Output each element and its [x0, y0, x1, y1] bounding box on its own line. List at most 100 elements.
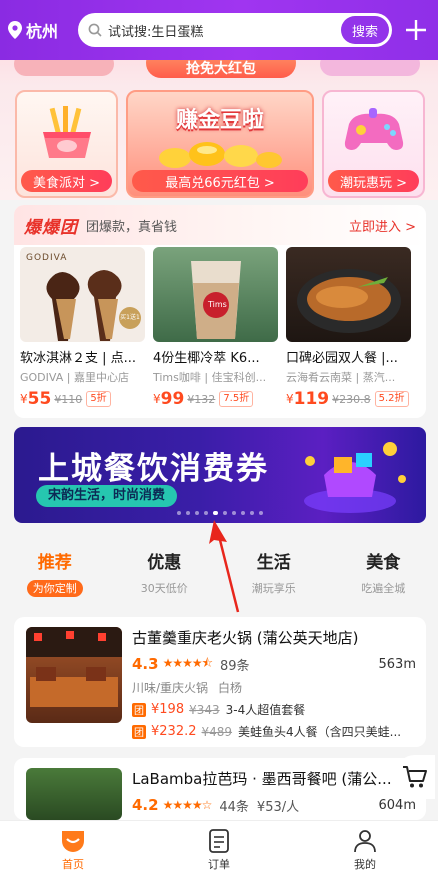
nav-label: 我的 — [354, 857, 376, 871]
gift-box-illustration-icon — [304, 442, 406, 513]
tab-life[interactable]: 生活 潮玩享乐 — [219, 548, 329, 604]
offer-price: ¥232.2 — [151, 724, 197, 739]
deal-price-row: ¥ 99 ¥132 7.5折 — [153, 389, 278, 409]
search-button[interactable]: 搜索 — [341, 16, 389, 44]
deal-discount-tag: 5折 — [86, 391, 111, 407]
food-party-label: 美食派对 > — [21, 170, 112, 192]
baobao-logo: 爆爆团 — [24, 217, 78, 238]
shop-distance: 563m — [378, 656, 416, 672]
deal-discount-tag: 7.5折 — [219, 391, 254, 407]
pagination-dot[interactable] — [186, 511, 190, 515]
deal-original-price: ¥230.8 — [332, 392, 371, 406]
tab-food[interactable]: 美食 吃遍全城 — [329, 548, 438, 604]
deal-title: 口碑必园双人餐 |... — [286, 351, 398, 366]
tab-label: 推荐 — [37, 553, 72, 573]
nav-label: 订单 — [208, 857, 230, 871]
deal-list: GODIVA 买1送1 软冰淇淋２支 | 点... GODIVA | 嘉里中心店… — [14, 245, 426, 409]
shop-score: 4.3 — [132, 655, 159, 673]
shop-info: LaBamba拉芭玛 · 墨西哥餐吧 (蒲公... 4.2 ★★★★☆ 44条 … — [132, 768, 416, 815]
pagination-dot[interactable] — [241, 511, 245, 515]
shop-image — [26, 768, 122, 820]
deal-badge: 买1送1 — [119, 307, 141, 329]
group-buy-icon: 团 — [132, 702, 146, 717]
top-header: 杭州 试试搜:生日蛋糕 搜索 — [0, 0, 438, 60]
gold-beans-title: 赚金豆啦 — [175, 108, 264, 133]
deal-price: 55 — [27, 389, 52, 409]
shop-card[interactable]: 古董羹重庆老火锅 (蒲公英天地店) 4.3 ★★★★⯪ 89条 563m 川味/… — [14, 617, 426, 747]
deal-card[interactable]: 口碑必园双人餐 |... 云海肴云南菜 | 蒸汽... ¥ 119 ¥230.8… — [286, 247, 411, 409]
deal-brand-text: GODIVA — [26, 253, 68, 263]
deal-brand-text: Tims — [208, 300, 227, 309]
shop-offer[interactable]: 团 ¥198 ¥343 3-4人超值套餐 — [132, 701, 416, 718]
deal-price-row: ¥ 55 ¥110 5折 — [20, 389, 145, 409]
order-icon — [209, 828, 229, 853]
group-buy-icon: 团 — [132, 724, 146, 739]
shop-reviews: 89条 — [219, 658, 250, 674]
nav-profile[interactable]: 我的 — [292, 821, 438, 879]
tab-recommend[interactable]: 推荐 为你定制 — [0, 548, 110, 604]
app-root: 杭州 试试搜:生日蛋糕 搜索 抢免大红包 美食派对 > 赚金豆啦 最高兑66元红… — [0, 0, 438, 879]
cart-icon[interactable] — [395, 755, 435, 799]
deal-price-row: ¥ 119 ¥230.8 5.2折 — [286, 389, 411, 409]
gold-beans-label: 最高兑66元红包 > — [132, 170, 308, 192]
city-selector[interactable]: 杭州 — [8, 18, 78, 42]
nav-home[interactable]: 首页 — [0, 821, 146, 879]
baobao-more-link[interactable]: 立即进入 > — [349, 216, 416, 235]
tab-desc: 为你定制 — [26, 580, 83, 597]
fries-basket-icon — [42, 106, 91, 158]
deal-image-icecream: GODIVA 买1送1 — [20, 247, 145, 342]
tab-label: 生活 — [256, 553, 291, 573]
nav-orders[interactable]: 订单 — [146, 821, 292, 879]
pagination-dot[interactable] — [204, 511, 208, 515]
shop-reviews: 44条 — [219, 799, 249, 815]
deal-price: 99 — [160, 389, 185, 409]
banner-pagination[interactable] — [14, 511, 426, 515]
shop-categories: 川味/重庆火锅 白杨 — [132, 679, 416, 696]
promo-card-food-party[interactable]: 美食派对 > — [15, 90, 118, 198]
promo-strip[interactable]: 抢免大红包 — [0, 60, 438, 86]
pagination-dot[interactable] — [250, 511, 254, 515]
deal-shop: Tims咖啡 | 佳宝科创... — [153, 371, 267, 384]
shop-per-person: ¥53/人 — [256, 799, 300, 815]
bottom-nav: 首页 订单 我的 — [0, 820, 438, 879]
shop-distance: 604m — [378, 797, 416, 813]
currency-symbol: ¥ — [20, 392, 28, 406]
offer-price: ¥198 — [151, 702, 185, 717]
baobao-header: 爆爆团 团爆款，真省钱 立即进入 > — [14, 205, 426, 245]
shop-offer[interactable]: 团 ¥232.2 ¥489 美蛙鱼头4人餐（含四只美蛙... — [132, 723, 416, 740]
tab-discount[interactable]: 优惠 30天低价 — [110, 548, 220, 604]
offer-name: 3-4人超值套餐 — [225, 703, 306, 717]
promo-card-gold-beans[interactable]: 赚金豆啦 最高兑66元红包 > — [126, 90, 314, 198]
nav-label: 首页 — [62, 857, 84, 871]
deal-image-coffee: Tims — [153, 247, 278, 342]
add-icon[interactable] — [402, 16, 430, 44]
search-bar[interactable]: 试试搜:生日蛋糕 搜索 — [78, 13, 392, 47]
offer-original-price: ¥343 — [189, 702, 220, 717]
deal-original-price: ¥132 — [187, 392, 216, 406]
pagination-dot[interactable] — [223, 511, 227, 515]
shop-score: 4.2 — [132, 796, 159, 814]
baobao-section: 爆爆团 团爆款，真省钱 立即进入 > GODIVA 买1送1 软冰淇淋２支 | … — [14, 205, 426, 418]
deal-card[interactable]: Tims 4份生椰冷萃 K6... Tims咖啡 | 佳宝科创... ¥ 99 … — [153, 247, 278, 409]
shop-rating-row: 4.3 ★★★★⯪ 89条 563m — [132, 655, 416, 674]
deal-shop: 云海肴云南菜 | 蒸汽... — [286, 371, 396, 384]
tab-label: 优惠 — [147, 553, 182, 573]
deal-card[interactable]: GODIVA 买1送1 软冰淇淋２支 | 点... GODIVA | 嘉里中心店… — [20, 247, 145, 409]
pagination-dot[interactable] — [259, 511, 263, 515]
shop-card[interactable]: LaBamba拉芭玛 · 墨西哥餐吧 (蒲公... 4.2 ★★★★☆ 44条 … — [14, 758, 426, 820]
location-pin-icon — [8, 21, 22, 39]
deal-image-fish — [286, 247, 411, 342]
game-controller-icon — [344, 108, 403, 150]
search-input[interactable]: 试试搜:生日蛋糕 — [108, 21, 341, 40]
coupon-banner[interactable]: 上城餐饮消费券 宋韵生活，时尚消费 — [14, 427, 426, 523]
pagination-dot[interactable] — [177, 511, 181, 515]
city-label: 杭州 — [26, 22, 59, 41]
tab-desc: 潮玩享乐 — [251, 582, 296, 595]
pagination-dot[interactable] — [232, 511, 236, 515]
pagination-dot[interactable] — [195, 511, 199, 515]
category-tabs: 推荐 为你定制 优惠 30天低价 生活 潮玩享乐 美食 吃遍全城 — [0, 548, 438, 604]
shop-area: 白杨 — [218, 681, 243, 695]
strip-decoration-left — [14, 60, 114, 76]
promo-card-trendy-play[interactable]: 潮玩惠玩 > — [322, 90, 425, 198]
pagination-dot[interactable] — [213, 511, 218, 515]
